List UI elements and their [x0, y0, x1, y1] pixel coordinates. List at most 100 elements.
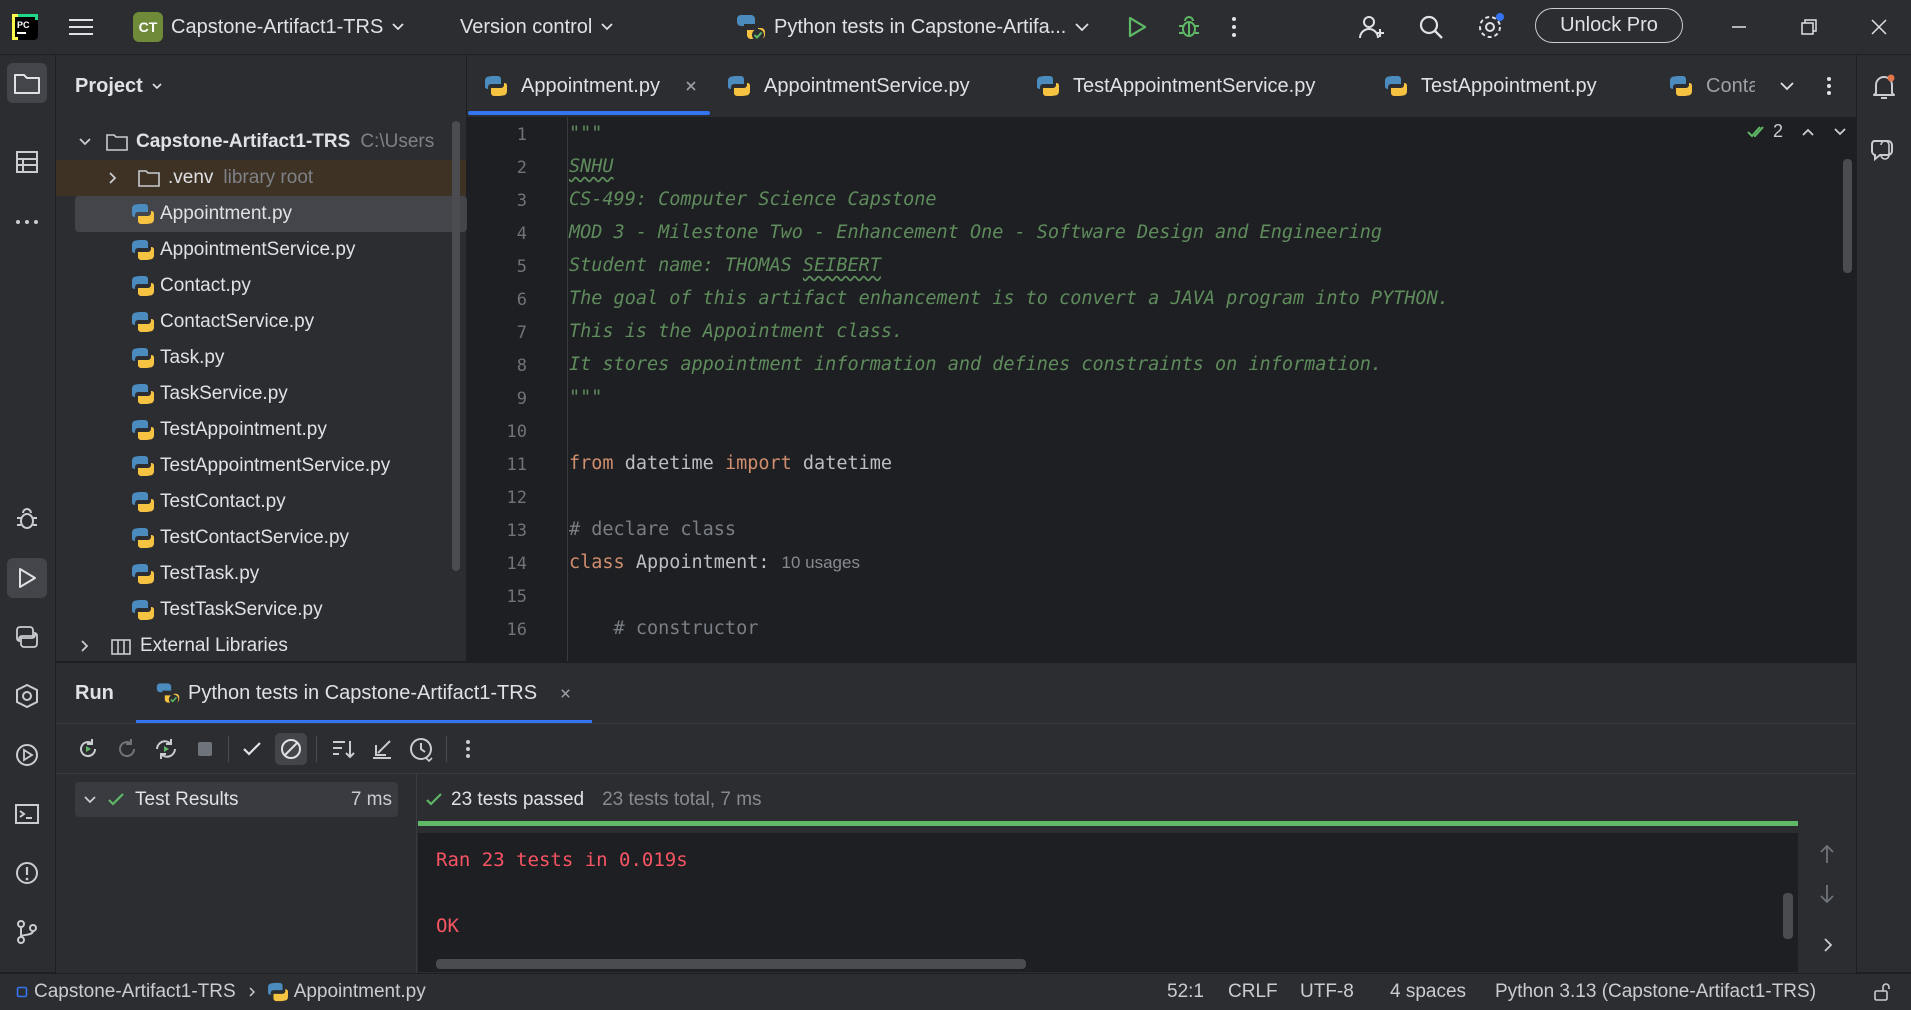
rerun-button[interactable]	[72, 733, 104, 765]
more-actions-button[interactable]	[1230, 0, 1238, 54]
run-tab-python-tests[interactable]: Python tests in Capstone-Artifact1-TRS	[156, 663, 572, 723]
inspection-widget[interactable]: 2	[1747, 121, 1847, 142]
line-number[interactable]: 6	[467, 290, 527, 310]
tree-file-row[interactable]: TestAppointmentService.py	[56, 448, 466, 484]
line-number[interactable]: 11	[467, 455, 527, 475]
test-results-row[interactable]: Test Results 7 ms	[75, 782, 398, 817]
run-services-tool-button[interactable]	[7, 735, 47, 775]
editor-tab-test-appointment-service[interactable]: TestAppointmentService.py	[1037, 55, 1315, 117]
arrow-up-icon[interactable]	[1818, 843, 1836, 865]
console-horizontal-scrollbar[interactable]	[436, 959, 1026, 969]
breadcrumb-file[interactable]: Appointment.py	[294, 981, 426, 1003]
show-passed-button[interactable]	[236, 733, 268, 765]
toggle-auto-test-button[interactable]	[150, 733, 182, 765]
editor-scrollbar[interactable]	[1843, 159, 1852, 273]
project-tool-button[interactable]	[7, 63, 47, 103]
structure-tool-button[interactable]	[7, 142, 47, 182]
git-tool-button[interactable]	[7, 912, 47, 952]
tree-file-row[interactable]: Contact.py	[56, 268, 466, 304]
close-icon[interactable]	[559, 687, 572, 700]
notifications-button[interactable]	[1864, 67, 1904, 107]
tree-file-row[interactable]: Appointment.py	[75, 196, 467, 232]
line-number[interactable]: 8	[467, 356, 527, 376]
usages-hint[interactable]: 10 usages	[782, 553, 860, 572]
line-number[interactable]: 13	[467, 521, 527, 541]
file-encoding[interactable]: UTF-8	[1300, 974, 1354, 1010]
show-hidden-tabs-button[interactable]	[1779, 55, 1795, 117]
python-packages-tool-button[interactable]	[7, 617, 47, 657]
close-window-button[interactable]	[1870, 0, 1888, 54]
line-number[interactable]: 12	[467, 488, 527, 508]
line-number[interactable]: 4	[467, 224, 527, 244]
pycharm-logo-icon[interactable]: PC	[10, 0, 40, 54]
line-number[interactable]: 9	[467, 389, 527, 409]
tree-file-row[interactable]: AppointmentService.py	[56, 232, 466, 268]
line-number[interactable]: 7	[467, 323, 527, 343]
more-tool-windows-button[interactable]	[7, 202, 47, 242]
read-only-toggle[interactable]	[1872, 974, 1892, 1010]
tree-file-row[interactable]: TestContact.py	[56, 484, 466, 520]
editor-tab-appointment-service[interactable]: AppointmentService.py	[728, 55, 970, 117]
editor-tab-appointment[interactable]: Appointment.py	[485, 55, 698, 117]
chevron-up-icon[interactable]	[1801, 127, 1815, 137]
sort-button[interactable]	[327, 733, 359, 765]
minimize-window-button[interactable]	[1730, 0, 1748, 54]
breadcrumb-project[interactable]: Capstone-Artifact1-TRS	[34, 981, 236, 1003]
show-ignored-button[interactable]	[275, 733, 307, 765]
tree-external-libraries-row[interactable]: External Libraries	[56, 628, 466, 664]
restore-window-button[interactable]	[1800, 0, 1818, 54]
tree-file-row[interactable]: TestContactService.py	[56, 520, 466, 556]
chevron-down-icon[interactable]	[1833, 127, 1847, 137]
services-tool-button[interactable]	[7, 676, 47, 716]
rerun-failed-button[interactable]	[111, 733, 143, 765]
tree-root-row[interactable]: Capstone-Artifact1-TRS C:\Users	[56, 124, 466, 160]
version-control-menu[interactable]: Version control	[460, 0, 614, 54]
tree-file-row[interactable]: TaskService.py	[56, 376, 466, 412]
problems-tool-button[interactable]	[7, 853, 47, 893]
line-number[interactable]: 2	[467, 158, 527, 178]
run-configuration-selector[interactable]: Python tests in Capstone-Artifa...	[736, 0, 1090, 54]
settings-button[interactable]	[1476, 0, 1506, 54]
project-view-selector[interactable]: Project	[75, 55, 163, 117]
debug-tool-button[interactable]	[7, 499, 47, 539]
terminal-tool-button[interactable]	[7, 794, 47, 834]
tree-file-row[interactable]: ContactService.py	[56, 304, 466, 340]
stop-button[interactable]	[189, 733, 221, 765]
chevron-right-icon[interactable]	[1822, 937, 1834, 953]
project-scrollbar[interactable]	[452, 121, 460, 571]
console-vertical-scrollbar[interactable]	[1783, 893, 1793, 939]
tree-file-row[interactable]: TestAppointment.py	[56, 412, 466, 448]
run-tool-button[interactable]	[7, 558, 47, 598]
close-icon[interactable]	[684, 79, 698, 93]
line-number[interactable]: 5	[467, 257, 527, 277]
indent-setting[interactable]: 4 spaces	[1390, 974, 1466, 1010]
search-everywhere-button[interactable]	[1418, 0, 1444, 54]
main-menu-button[interactable]	[68, 0, 94, 54]
caret-position[interactable]: 52:1	[1167, 974, 1204, 1010]
collapse-all-button[interactable]	[366, 733, 398, 765]
tab-actions-button[interactable]	[1825, 55, 1833, 117]
debug-button[interactable]	[1176, 0, 1202, 54]
tree-file-row[interactable]: TestTask.py	[56, 556, 466, 592]
tree-file-row[interactable]: Task.py	[56, 340, 466, 376]
unlock-pro-button[interactable]: Unlock Pro	[1535, 8, 1683, 43]
console-output[interactable]: Ran 23 tests in 0.019s OK	[418, 833, 1798, 972]
code-editor[interactable]: 1 2 3 4 5 6 7 8 9 10 11 12 13 14 15 16 """ SNHU CS-499:…	[467, 117, 1856, 661]
line-number[interactable]: 1	[467, 125, 527, 145]
test-history-button[interactable]	[405, 733, 437, 765]
python-interpreter[interactable]: Python 3.13 (Capstone-Artifact1-TRS)	[1495, 974, 1816, 1010]
run-more-button[interactable]	[452, 733, 484, 765]
ai-assistant-button[interactable]	[1864, 130, 1904, 170]
line-number[interactable]: 3	[467, 191, 527, 211]
line-number[interactable]: 14	[467, 554, 527, 574]
line-number[interactable]: 10	[467, 422, 527, 442]
arrow-down-icon[interactable]	[1818, 883, 1836, 905]
editor-tab-test-appointment[interactable]: TestAppointment.py	[1385, 55, 1597, 117]
editor-tab-contact-truncated[interactable]: Conta	[1670, 55, 1755, 117]
line-separator[interactable]: CRLF	[1228, 974, 1278, 1010]
project-selector[interactable]: CT Capstone-Artifact1-TRS	[133, 0, 405, 54]
tree-file-row[interactable]: TestTaskService.py	[56, 592, 466, 628]
line-number[interactable]: 15	[467, 587, 527, 607]
code-with-me-button[interactable]	[1358, 0, 1386, 54]
run-button[interactable]	[1126, 0, 1148, 54]
